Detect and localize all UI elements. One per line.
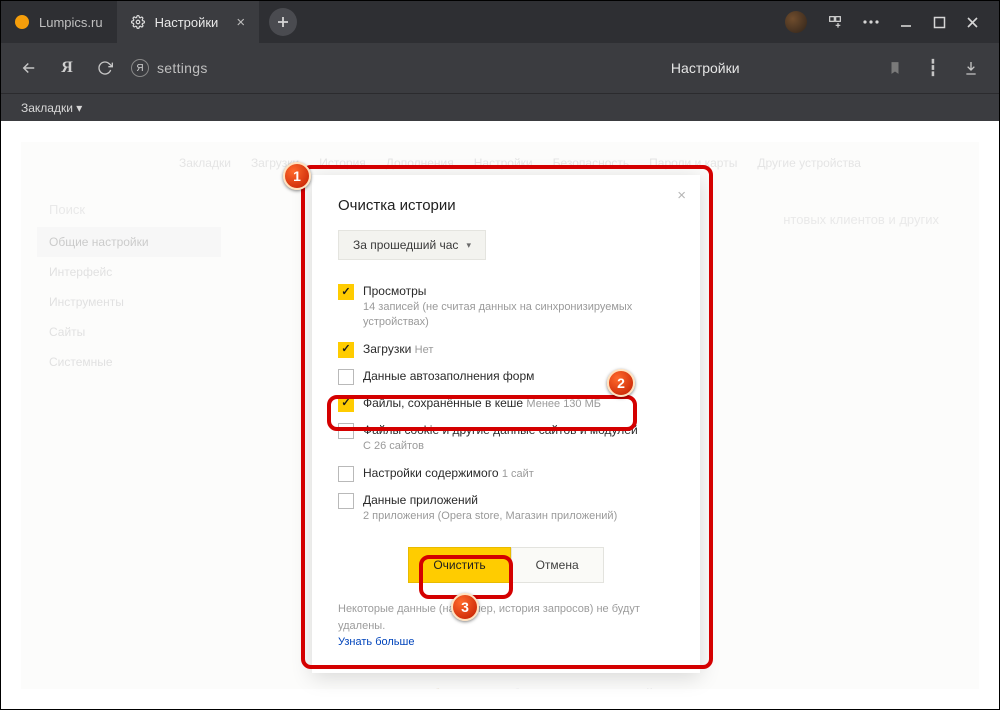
gear-icon [131, 15, 145, 29]
kebab-icon[interactable]: ┇ [921, 58, 945, 78]
minimize-button[interactable] [899, 15, 913, 29]
checkbox[interactable] [338, 423, 354, 439]
collections-icon[interactable] [827, 14, 843, 30]
option-content[interactable]: Настройки содержимого 1 сайт [338, 460, 674, 487]
checkbox[interactable] [338, 493, 354, 509]
bookmarks-menu[interactable]: Закладки ▾ [21, 101, 82, 115]
option-downloads[interactable]: Загрузки Нет [338, 336, 674, 363]
tab-label: Настройки [155, 15, 219, 30]
address-field[interactable]: Я settings Настройки [131, 59, 740, 77]
badge-1: 1 [283, 162, 311, 190]
bookmark-icon[interactable] [883, 60, 907, 76]
checkbox[interactable] [338, 396, 354, 412]
close-icon[interactable]: × [677, 187, 686, 204]
tab-lumpics[interactable]: Lumpics.ru [1, 1, 117, 43]
lumpics-favicon [15, 15, 29, 29]
option-apps[interactable]: Данные приложений2 приложения (Opera sto… [338, 487, 674, 529]
checkbox[interactable] [338, 466, 354, 482]
dropdown-label: За прошедший час [353, 238, 458, 252]
site-icon: Я [131, 59, 149, 77]
option-cookies[interactable]: Файлы cookie и другие данные сайтов и мо… [338, 417, 674, 459]
cancel-button[interactable]: Отмена [511, 547, 604, 583]
clear-history-dialog: × Очистка истории За прошедший час ▾ Про… [312, 175, 700, 673]
option-views[interactable]: Просмотры14 записей (не считая данных на… [338, 278, 674, 336]
checkbox[interactable] [338, 369, 354, 385]
bookmarks-bar: Закладки ▾ [1, 93, 999, 121]
close-button[interactable] [966, 16, 979, 29]
checkbox[interactable] [338, 284, 354, 300]
new-tab-button[interactable] [269, 8, 297, 36]
download-icon[interactable] [959, 60, 983, 76]
avatar[interactable] [785, 11, 807, 33]
page-title: Настройки [671, 60, 740, 76]
maximize-button[interactable] [933, 16, 946, 29]
checkbox[interactable] [338, 342, 354, 358]
more-icon[interactable] [863, 20, 879, 24]
reload-button[interactable] [93, 60, 117, 76]
back-button[interactable] [17, 59, 41, 77]
address-bar: Я Я settings Настройки ┇ [1, 43, 999, 93]
yandex-logo[interactable]: Я [55, 59, 79, 77]
chevron-down-icon: ▾ [466, 240, 471, 251]
window-controls [785, 11, 999, 33]
learn-more-link[interactable]: Узнать больше [338, 634, 674, 651]
tab-settings[interactable]: Настройки × [117, 1, 260, 43]
badge-2: 2 [607, 369, 635, 397]
dialog-note: Некоторые данные (например, история запр… [338, 601, 674, 651]
close-icon[interactable]: × [236, 14, 245, 31]
url-text: settings [157, 60, 208, 76]
time-range-dropdown[interactable]: За прошедший час ▾ [338, 230, 486, 260]
badge-3: 3 [451, 593, 479, 621]
title-bar: Lumpics.ru Настройки × [1, 1, 999, 43]
tab-label: Lumpics.ru [39, 15, 103, 30]
clear-button[interactable]: Очистить [408, 547, 510, 583]
dialog-title: Очистка истории [338, 197, 674, 214]
